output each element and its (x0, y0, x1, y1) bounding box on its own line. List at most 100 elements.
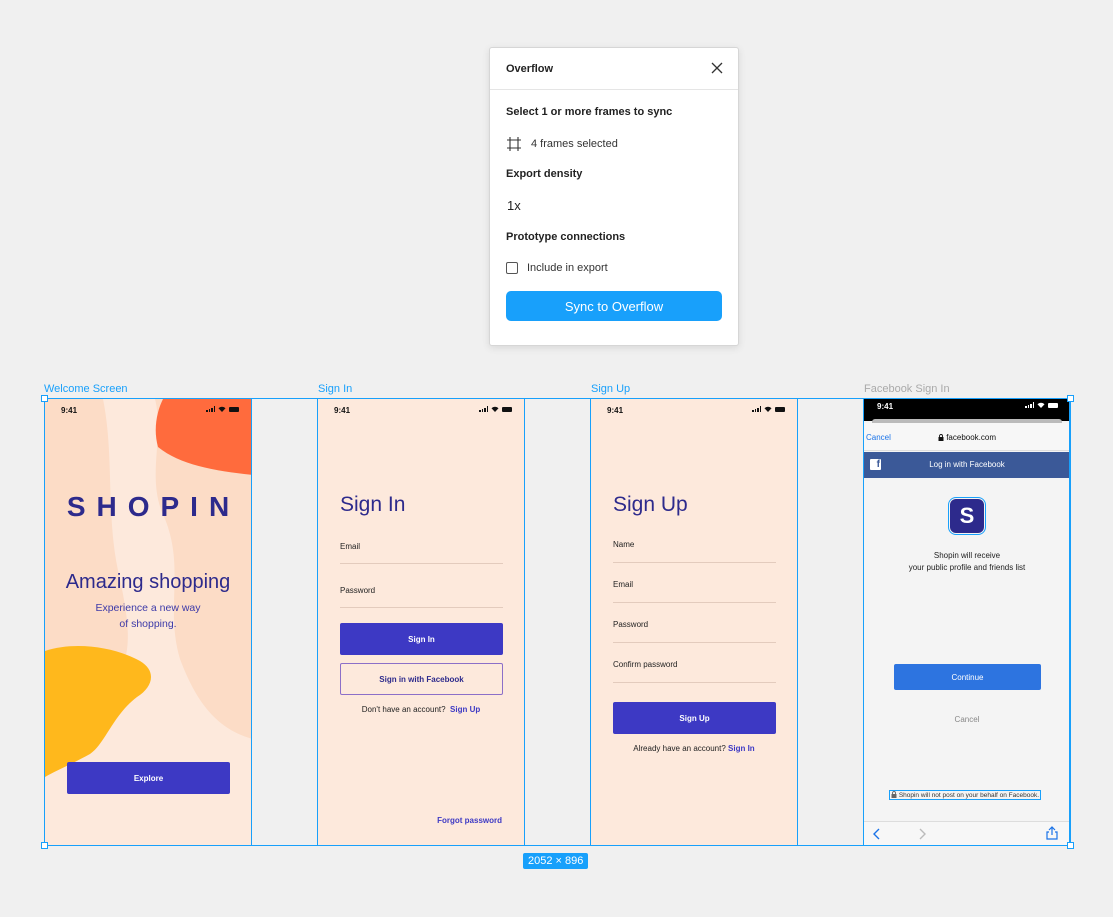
prototype-connections-label: Prototype connections (506, 231, 626, 243)
battery-icon (502, 406, 512, 412)
frame-label-welcome[interactable]: Welcome Screen (44, 383, 128, 395)
no-post-note-text: Shopin will not post on your behalf on F… (898, 792, 1040, 799)
frames-selected-text: 4 frames selected (531, 138, 618, 150)
brand-logo: SHOPIN (66, 491, 241, 522)
share-icon[interactable] (1046, 826, 1058, 840)
sign-in-title: Sign In (340, 493, 406, 516)
panel-title: Overflow (506, 62, 554, 75)
password-field[interactable]: Password (613, 620, 648, 629)
status-icons (752, 406, 785, 412)
frame-icon (507, 137, 521, 151)
sign-up-button[interactable]: Sign Up (613, 702, 776, 734)
password-underline (613, 642, 776, 643)
include-in-export-checkbox[interactable] (506, 262, 518, 274)
sign-in-button[interactable]: Sign In (340, 623, 503, 655)
email-field[interactable]: Email (340, 542, 360, 551)
sign-up-link[interactable]: Sign Up (450, 705, 480, 714)
forward-icon[interactable] (917, 828, 927, 840)
include-in-export-label: Include in export (527, 262, 608, 274)
facebook-sign-in-frame[interactable]: 9:41 Cancel facebook.com f Log in with F… (863, 398, 1071, 846)
no-account-row: Don't have an account? Sign Up (318, 705, 524, 714)
frame-label-sign-up[interactable]: Sign Up (591, 383, 630, 395)
permissions-line-1: Shopin will receive (933, 551, 1001, 560)
wifi-icon (1037, 402, 1045, 408)
lock-icon (938, 434, 944, 441)
battery-icon (775, 406, 785, 412)
facebook-sign-in-button[interactable]: Sign in with Facebook (340, 663, 503, 695)
have-account-row: Already have an account? Sign In (591, 744, 797, 753)
battery-icon (1048, 402, 1058, 408)
permissions-text: Shopin will receive your public profile … (864, 550, 1070, 574)
back-icon[interactable] (872, 828, 882, 840)
welcome-title: Amazing shopping (65, 571, 231, 593)
wifi-icon (491, 406, 499, 412)
resize-handle-top-right[interactable] (1067, 395, 1074, 402)
email-underline (613, 602, 776, 603)
name-underline (613, 562, 776, 563)
resize-handle-bottom-left[interactable] (41, 842, 48, 849)
sign-in-frame[interactable]: 9:41 Sign In Email Password Sign In Sign… (317, 398, 525, 846)
status-bar: 9:41 (318, 399, 524, 421)
welcome-subtitle-line-2: of shopping. (119, 618, 177, 630)
status-icons (206, 406, 239, 412)
url-text: facebook.com (946, 433, 997, 442)
sign-in-link[interactable]: Sign In (728, 744, 755, 753)
permissions-line-2: your public profile and friends list (908, 563, 1026, 572)
status-time: 9:41 (877, 402, 894, 411)
sign-up-frame[interactable]: 9:41 Sign Up Name Email Password Confirm… (590, 398, 798, 846)
forgot-password-link[interactable]: Forgot password (437, 816, 502, 825)
status-time: 9:41 (334, 406, 351, 415)
signal-icon (1025, 402, 1034, 408)
password-field[interactable]: Password (340, 586, 375, 595)
include-in-export-row[interactable]: Include in export (506, 262, 722, 274)
frame-label-sign-in[interactable]: Sign In (318, 383, 352, 395)
export-density-label: Export density (506, 168, 583, 180)
sign-up-title: Sign Up (613, 493, 688, 516)
status-bar: 9:41 (591, 399, 797, 421)
signal-icon (479, 406, 488, 412)
no-account-text: Don't have an account? (361, 705, 446, 714)
status-time: 9:41 (607, 406, 624, 415)
sync-to-overflow-button[interactable]: Sync to Overflow (506, 291, 722, 321)
close-icon[interactable] (710, 61, 724, 75)
cancel-button[interactable]: Cancel (864, 715, 1070, 724)
lock-icon (891, 791, 897, 798)
select-frames-label: Select 1 or more frames to sync (506, 106, 673, 118)
resize-handle-top-left[interactable] (41, 395, 48, 402)
status-time: 9:41 (61, 406, 78, 415)
signal-icon (206, 406, 215, 412)
shopin-app-icon: S (948, 497, 986, 535)
browser-toolbar (864, 821, 1070, 845)
wifi-icon (764, 406, 772, 412)
status-icons (1025, 402, 1058, 408)
battery-icon (229, 406, 239, 412)
frame-label-facebook[interactable]: Facebook Sign In (864, 383, 950, 395)
welcome-subtitle-line-1: Experience a new way (95, 602, 201, 614)
have-account-text: Already have an account? (633, 744, 726, 753)
frames-selected-row: 4 frames selected (506, 136, 722, 152)
browser-url-bar: Cancel facebook.com (864, 423, 1070, 451)
continue-button[interactable]: Continue (894, 664, 1041, 690)
facebook-header-bar: f Log in with Facebook (864, 452, 1070, 478)
welcome-subtitle: Experience a new way of shopping. (45, 600, 251, 632)
selection-size-badge: 2052 × 896 (523, 853, 589, 869)
explore-button[interactable]: Explore (67, 762, 230, 794)
confirm-password-field[interactable]: Confirm password (613, 660, 677, 669)
export-density-select[interactable]: 1x (506, 198, 722, 213)
resize-handle-bottom-right[interactable] (1067, 842, 1074, 849)
facebook-header-title: Log in with Facebook (929, 460, 1005, 469)
email-underline (340, 563, 503, 564)
welcome-screen-frame[interactable]: 9:41 SHOPIN Amazing shopping Experience … (44, 398, 252, 846)
status-bar: 9:41 (45, 399, 251, 421)
url-display: facebook.com (864, 433, 1070, 442)
email-field[interactable]: Email (613, 580, 633, 589)
overflow-plugin-panel: Overflow Select 1 or more frames to sync… (489, 47, 739, 346)
signal-icon (752, 406, 761, 412)
panel-header: Overflow (490, 48, 738, 90)
status-bar: 9:41 (864, 399, 1070, 421)
status-icons (479, 406, 512, 412)
name-field[interactable]: Name (613, 540, 634, 549)
confirm-password-underline (613, 682, 776, 683)
wifi-icon (218, 406, 226, 412)
no-post-note: Shopin will not post on your behalf on F… (889, 790, 1042, 800)
